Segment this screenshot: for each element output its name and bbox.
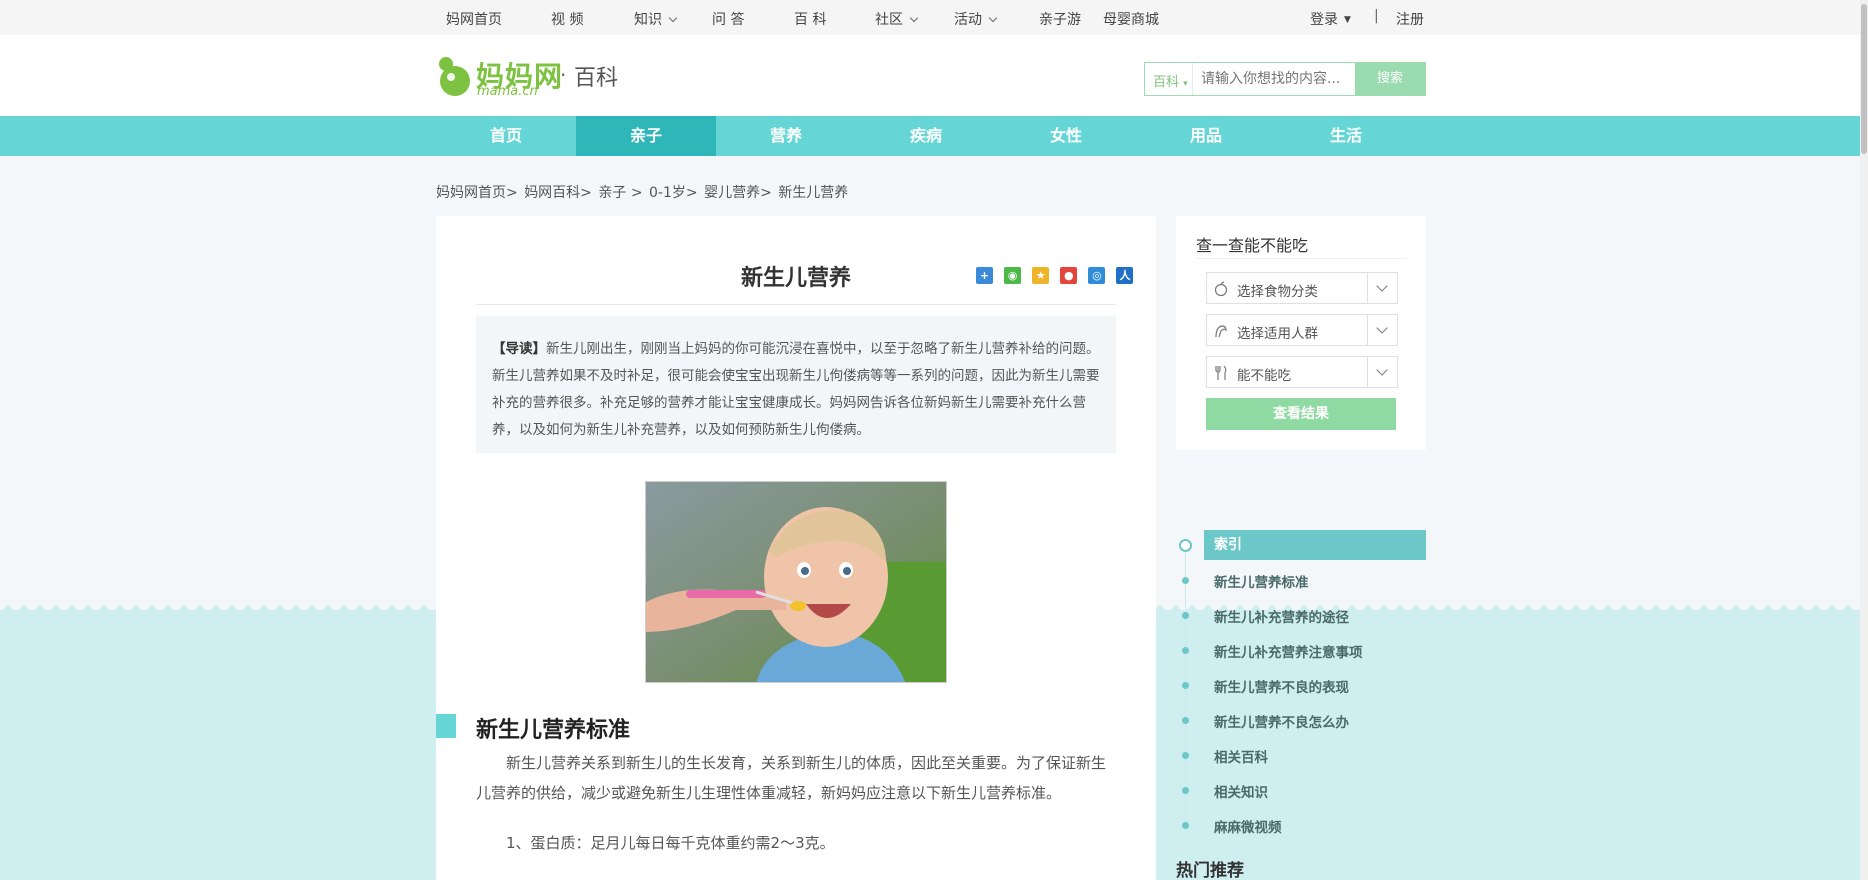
mainnav-nutrition[interactable]: 营养 [716,116,856,156]
share-more-icon[interactable]: + [976,267,993,284]
index-dot [1182,682,1189,689]
mainnav-women[interactable]: 女性 [996,116,1136,156]
share-renren-icon[interactable]: 人 [1116,267,1134,284]
index-dot [1182,717,1189,724]
index-item[interactable]: 新生儿补充营养注意事项 [1214,641,1363,661]
index-dot [1182,752,1189,759]
breadcrumb-item[interactable]: 0-1岁> [649,185,698,201]
topnav-video[interactable]: 视 频 [551,9,583,29]
apple-icon [1214,281,1228,297]
site-header: 妈妈网 mama.cn · 百科 百科 ▾ 搜索 [0,35,1860,116]
section-paragraph: 新生儿营养关系到新生儿的生长发育，关系到新生儿的体质，因此至关重要。为了保证新生… [476,754,1107,802]
intro-text: 新生儿刚出生，刚刚当上妈妈的你可能沉浸在喜悦中，以至于忽略了新生儿营养补给的问题… [492,341,1100,438]
search-button[interactable]: 搜索 [1355,63,1425,95]
search-box: 百科 ▾ 搜索 [1144,62,1426,96]
topnav-home[interactable]: 妈网首页 [446,9,502,29]
view-result-button[interactable]: 查看结果 [1206,398,1396,430]
index-item[interactable]: 新生儿营养不良的表现 [1214,676,1349,696]
chevron-down-icon [909,13,919,23]
logo-mark-icon [439,57,470,96]
index-dot [1182,577,1189,584]
login-link[interactable]: 登录 ▼ [1310,9,1351,29]
list-item: 1、蛋白质：足月儿每日每千克体重约需2～3克。 [506,834,835,852]
mainnav-home[interactable]: 首页 [436,116,576,156]
topnav-activity[interactable]: 活动 [954,9,998,29]
search-category-select[interactable]: 百科 ▾ [1145,63,1193,95]
main-nav: 首页 亲子 营养 疾病 女性 用品 生活 [0,116,1860,156]
index-item[interactable]: 相关知识 [1214,781,1268,801]
chevron-down-icon [988,13,998,23]
chevron-down-icon [668,13,678,23]
select-label: 选择适用人群 [1237,326,1318,342]
article-intro: 【导读】新生儿刚出生，刚刚当上妈妈的你可能沉浸在喜悦中，以至于忽略了新生儿营养补… [476,316,1116,453]
index-dot [1182,787,1189,794]
food-checker-card: 查一查能不能吃 选择食物分类 选择适用人群 能不能吃 查看结果 [1176,216,1426,450]
topnav-qa[interactable]: 问 答 [712,9,744,29]
logo-dot: · [560,63,567,87]
breadcrumb-item[interactable]: 妈网百科> [524,185,592,201]
topnav-knowledge[interactable]: 知识 [634,9,678,29]
register-link[interactable]: 注册 [1396,9,1424,29]
intro-label: 【导读】 [492,341,546,357]
person-icon [1215,325,1227,338]
index-item[interactable]: 麻麻微视频 [1214,816,1282,836]
side-divider [1196,258,1406,259]
mainnav-disease[interactable]: 疾病 [856,116,996,156]
select-label: 能不能吃 [1237,368,1291,384]
index-item[interactable]: 相关百科 [1214,746,1268,766]
chevron-down-icon [1367,315,1397,345]
logo-domain: mama.cn [477,84,538,99]
chevron-down-icon [1367,357,1397,387]
article-card: 新生儿营养 + ◉ ★ ● ◎ 人 【导读】新生儿刚出生，刚刚当上妈妈的你可能沉… [436,216,1156,880]
food-checker-title: 查一查能不能吃 [1196,236,1309,255]
share-weibo-icon[interactable]: ● [1060,267,1078,284]
share-wechat-icon[interactable]: ◉ [1004,267,1022,284]
topnav-community[interactable]: 社区 [875,9,919,29]
search-input[interactable] [1195,63,1357,95]
title-divider [476,304,1116,305]
chevron-down-icon [1367,273,1397,303]
breadcrumb: 妈妈网首页> 妈网百科> 亲子 > 0-1岁> 婴儿营养> 新生儿营养 [436,182,850,202]
breadcrumb-item[interactable]: 婴儿营养> [704,185,772,201]
section-title: 新生儿营养标准 [476,718,631,743]
index-dot [1182,612,1189,619]
index-start-dot [1179,539,1192,552]
audience-select[interactable]: 选择适用人群 [1206,314,1398,346]
mainnav-parenting[interactable]: 亲子 [576,116,716,156]
page-scrollbar[interactable] [1860,0,1868,880]
article-index: 索引 新生儿营养标准 新生儿补充营养的途径 新生儿补充营养注意事项 新生儿营养不… [1176,530,1426,850]
index-title: 索引 [1204,530,1426,560]
caret-down-icon: ▾ [1183,79,1188,89]
topnav-travel[interactable]: 亲子游 [1039,9,1081,29]
index-dot [1182,647,1189,654]
login-divider: | [1374,8,1379,24]
fork-knife-icon [1215,365,1227,380]
mainnav-products[interactable]: 用品 [1136,116,1276,156]
breadcrumb-item[interactable]: 亲子 > [598,185,642,201]
share-qzone-icon[interactable]: ★ [1032,267,1050,284]
index-dot [1182,822,1189,829]
share-tencent-icon[interactable]: ◎ [1088,267,1106,284]
baby-photo [645,481,947,683]
topnav-baike[interactable]: 百 科 [794,9,826,29]
breadcrumb-current: 新生儿营养 [778,185,849,201]
select-label: 选择食物分类 [1237,284,1318,300]
topnav-mall[interactable]: 母婴商城 [1103,9,1159,29]
site-logo[interactable]: 妈妈网 mama.cn · 百科 [436,55,636,99]
hot-recommend-title: 热门推荐 [1176,861,1244,880]
top-utility-bar: 妈网首页 视 频 知识 问 答 百 科 社区 活动 亲子游 母婴商城 登录 ▼ |… [0,0,1860,35]
section-name: 百科 [574,66,619,91]
can-eat-select[interactable]: 能不能吃 [1206,356,1398,388]
mainnav-life[interactable]: 生活 [1276,116,1416,156]
scrollbar-thumb[interactable] [1861,4,1867,154]
share-bar: + ◉ ★ ● ◎ 人 [976,264,1139,284]
baby-image [646,482,946,682]
breadcrumb-item[interactable]: 妈妈网首页> [436,185,518,201]
index-item[interactable]: 新生儿营养标准 [1214,571,1309,591]
caret-down-icon: ▼ [1344,15,1351,25]
food-category-select[interactable]: 选择食物分类 [1206,272,1398,304]
index-item[interactable]: 新生儿补充营养的途径 [1214,606,1349,626]
index-item[interactable]: 新生儿营养不良怎么办 [1214,711,1349,731]
section-marker [436,714,456,738]
